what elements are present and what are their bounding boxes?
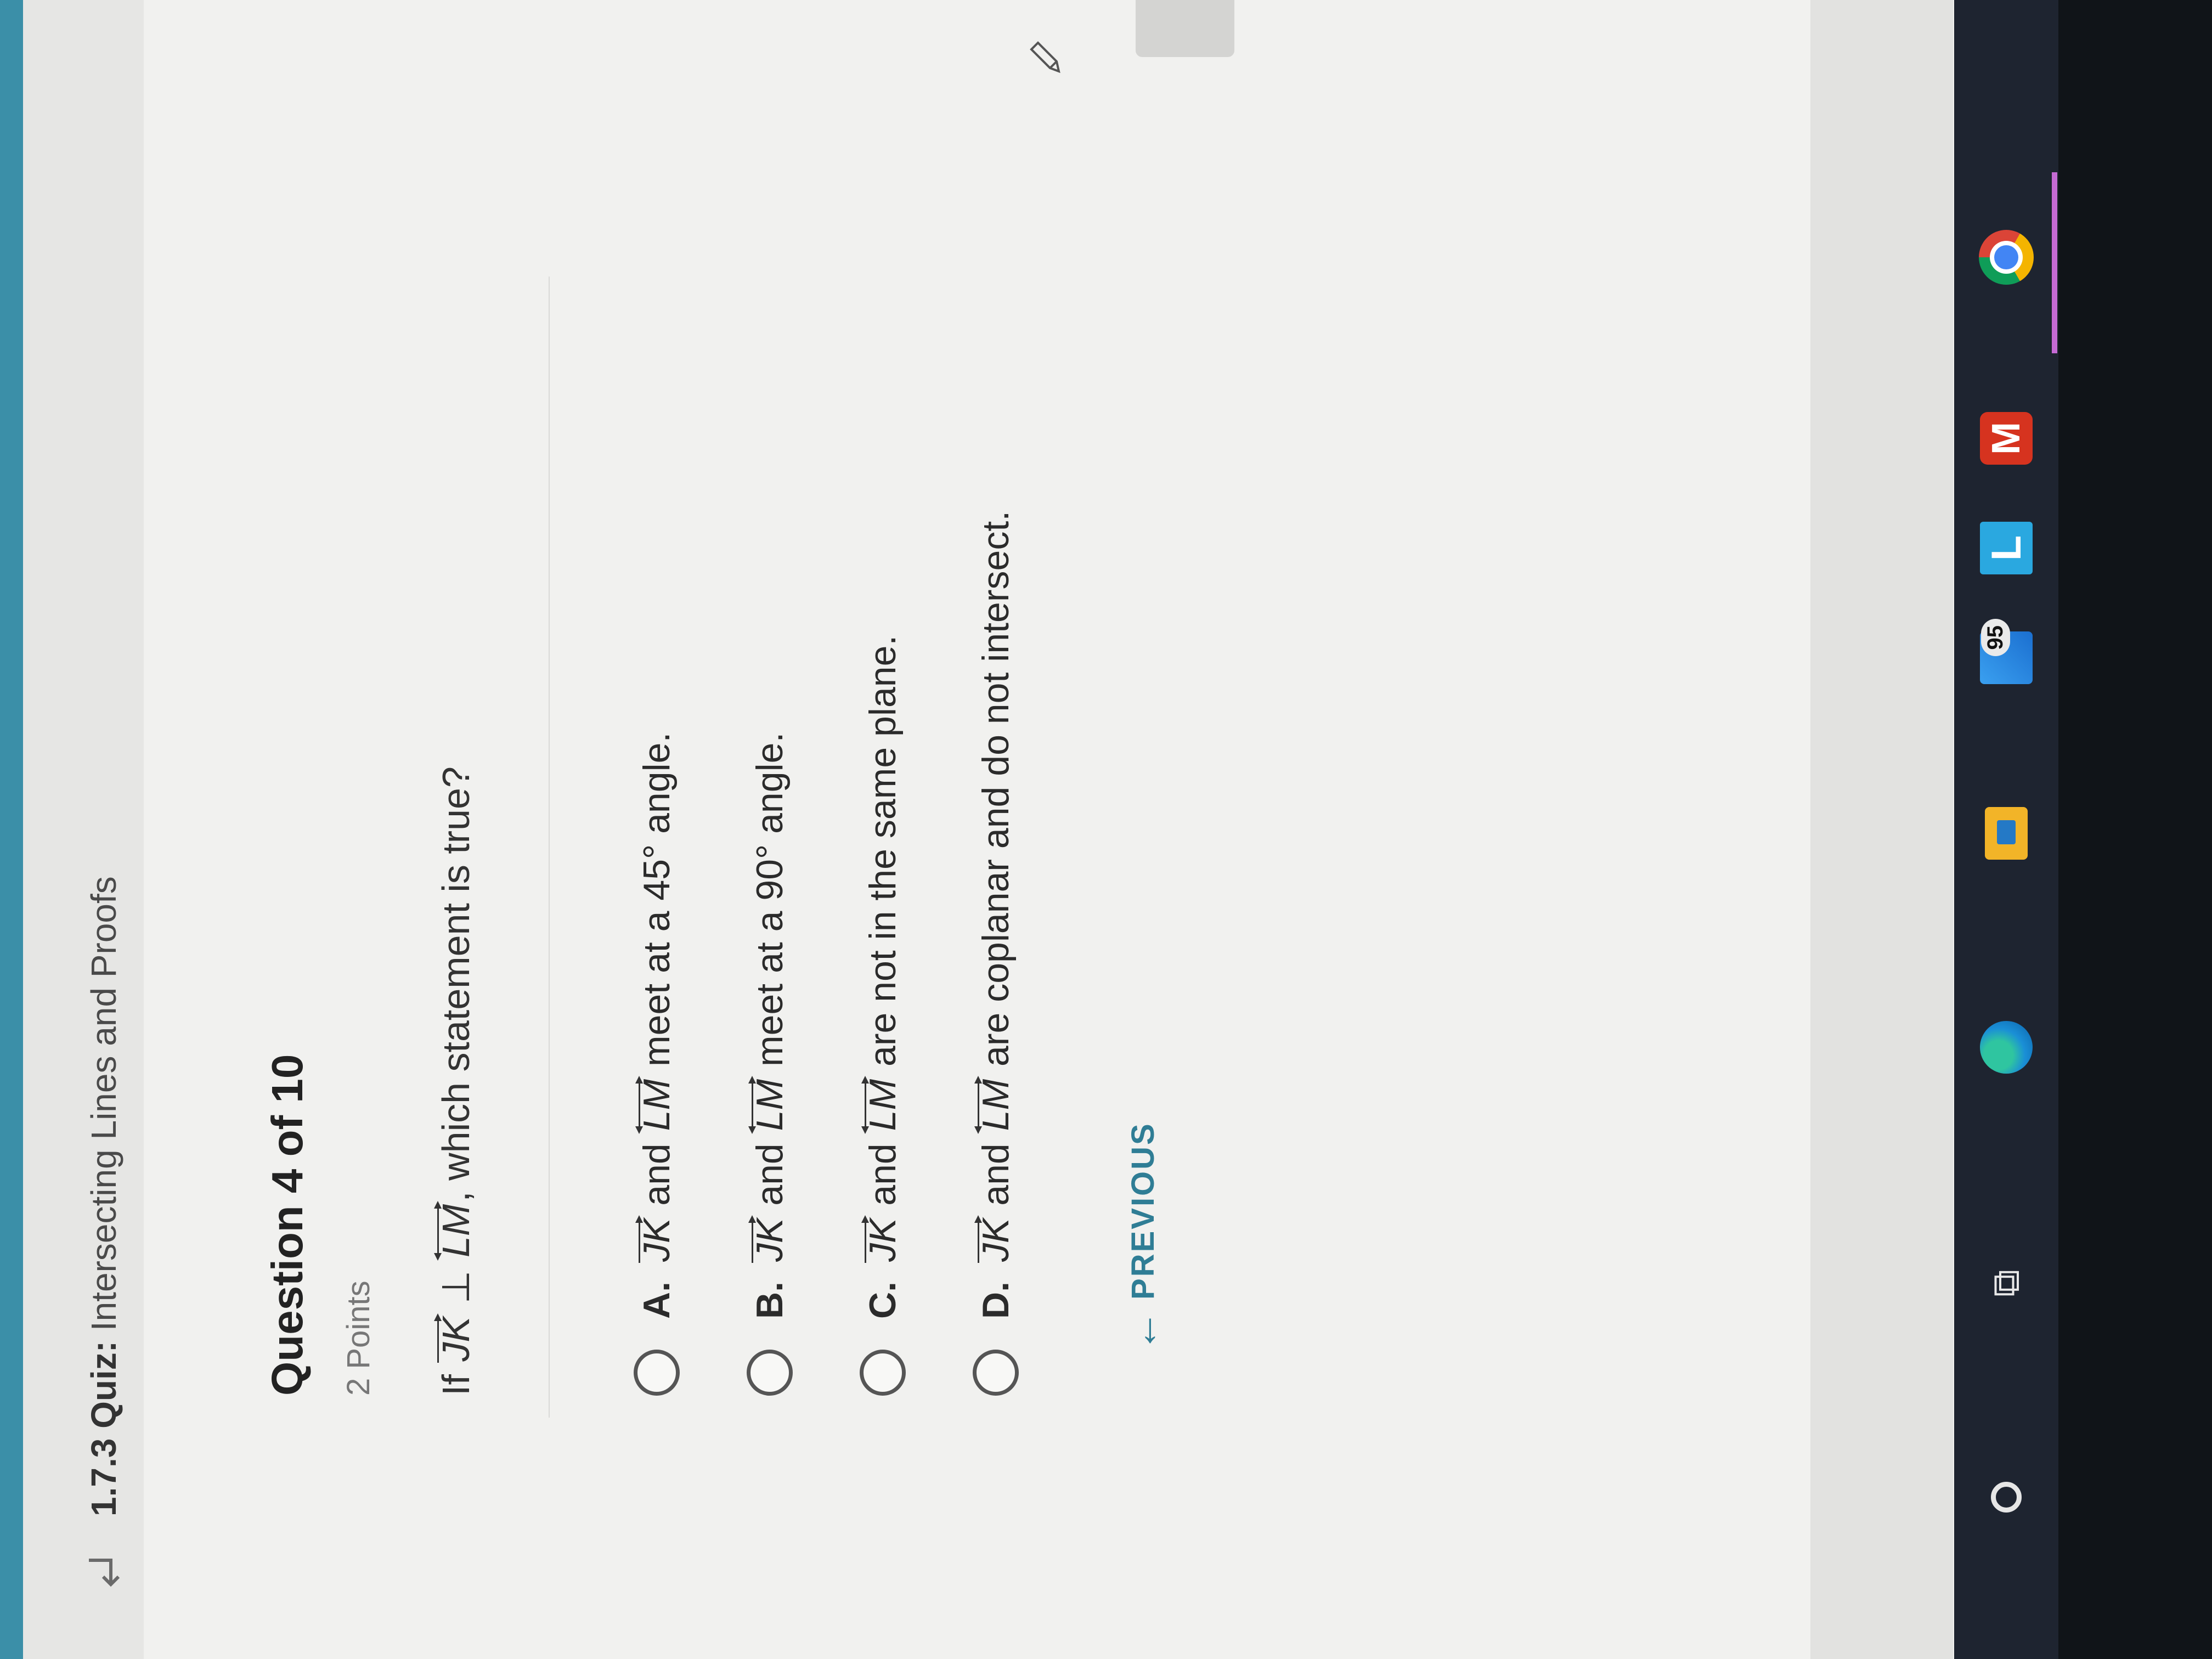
line-lm: LM bbox=[434, 1202, 478, 1261]
previous-label: PREVIOUS bbox=[1125, 1122, 1161, 1300]
course-code: 1.7.3 bbox=[84, 1438, 123, 1516]
question-heading: Question 4 of 10 bbox=[263, 1054, 312, 1396]
quiz-title-text: Intersecting Lines and Proofs bbox=[84, 876, 123, 1331]
option-text: meet at a 90° angle. bbox=[749, 732, 791, 1066]
option-letter: C. bbox=[862, 1282, 904, 1319]
screen: 1.7.3 Quiz: Intersecting Lines and Proof… bbox=[0, 0, 2212, 1659]
quiz-label: Quiz: bbox=[84, 1340, 123, 1429]
file-explorer-icon[interactable] bbox=[1976, 803, 2036, 864]
option-text: are not in the same plane. bbox=[862, 635, 904, 1066]
side-tab-button[interactable] bbox=[1136, 0, 1234, 57]
quiz-title: 1.7.3 Quiz: Intersecting Lines and Proof… bbox=[83, 876, 124, 1516]
option-text: meet at a 45° angle. bbox=[636, 732, 678, 1066]
line-lm: LM bbox=[635, 1077, 678, 1135]
l-app-icon[interactable]: L bbox=[1976, 518, 2036, 578]
option-c[interactable]: C. JK and LM are not in the same plane. bbox=[853, 635, 913, 1396]
option-letter: A. bbox=[636, 1282, 678, 1319]
line-lm: LM bbox=[861, 1077, 904, 1135]
radio-button[interactable] bbox=[747, 1350, 793, 1396]
quiz-content bbox=[144, 0, 1954, 1659]
question-points: 2 Points bbox=[341, 1280, 376, 1396]
line-jk: JK bbox=[748, 1216, 791, 1264]
line-jk: JK bbox=[861, 1216, 904, 1264]
line-lm: LM bbox=[974, 1077, 1017, 1135]
m-app-icon[interactable]: M bbox=[1976, 408, 2036, 469]
segment-jk: JK bbox=[434, 1314, 478, 1364]
prompt-suffix: , which statement is true? bbox=[435, 766, 477, 1202]
pencil-icon[interactable] bbox=[1026, 35, 1070, 79]
monitor-bezel bbox=[2058, 0, 2212, 1659]
taskbar: ⧉ 95 L M bbox=[1954, 0, 2058, 1659]
option-letter: B. bbox=[749, 1282, 791, 1319]
option-a[interactable]: A. JK and LM meet at a 45° angle. bbox=[627, 732, 687, 1396]
page-footer-area bbox=[1810, 0, 1953, 1659]
option-d[interactable]: D. JK and LM are coplanar and do not int… bbox=[966, 511, 1026, 1396]
search-icon[interactable] bbox=[1976, 1467, 2036, 1527]
prompt-prefix: If bbox=[435, 1374, 477, 1396]
radio-button[interactable] bbox=[973, 1350, 1019, 1396]
quiz-header: 1.7.3 Quiz: Intersecting Lines and Proof… bbox=[23, 0, 145, 1659]
option-text: are coplanar and do not intersect. bbox=[975, 510, 1017, 1066]
mail-badge: 95 bbox=[1981, 619, 2010, 657]
back-arrow-icon[interactable] bbox=[83, 1549, 127, 1593]
top-accent-strip bbox=[0, 0, 23, 1659]
option-letter: D. bbox=[975, 1282, 1017, 1319]
line-lm: LM bbox=[748, 1077, 791, 1135]
radio-button[interactable] bbox=[634, 1350, 680, 1396]
chrome-icon[interactable] bbox=[1976, 227, 2036, 287]
task-view-icon[interactable]: ⧉ bbox=[1976, 1253, 2036, 1313]
mail-icon[interactable]: 95 bbox=[1976, 619, 2036, 688]
line-jk: JK bbox=[974, 1216, 1017, 1264]
previous-button[interactable]: ← PREVIOUS bbox=[1119, 1122, 1167, 1352]
question-prompt: If JK ⊥ LM, which statement is true? bbox=[433, 766, 478, 1396]
option-conjunction: and bbox=[636, 1143, 678, 1206]
option-conjunction: and bbox=[749, 1143, 791, 1206]
line-jk: JK bbox=[635, 1216, 678, 1264]
edge-browser-icon[interactable] bbox=[1976, 1017, 2036, 1077]
arrow-left-icon: ← bbox=[1120, 1308, 1166, 1352]
option-conjunction: and bbox=[975, 1143, 1017, 1206]
option-b[interactable]: B. JK and LM meet at a 90° angle. bbox=[740, 732, 800, 1396]
perpendicular-symbol: ⊥ bbox=[435, 1270, 477, 1304]
active-app-indicator bbox=[2052, 172, 2057, 353]
option-conjunction: and bbox=[862, 1143, 904, 1206]
divider bbox=[549, 276, 550, 1418]
radio-button[interactable] bbox=[860, 1350, 906, 1396]
